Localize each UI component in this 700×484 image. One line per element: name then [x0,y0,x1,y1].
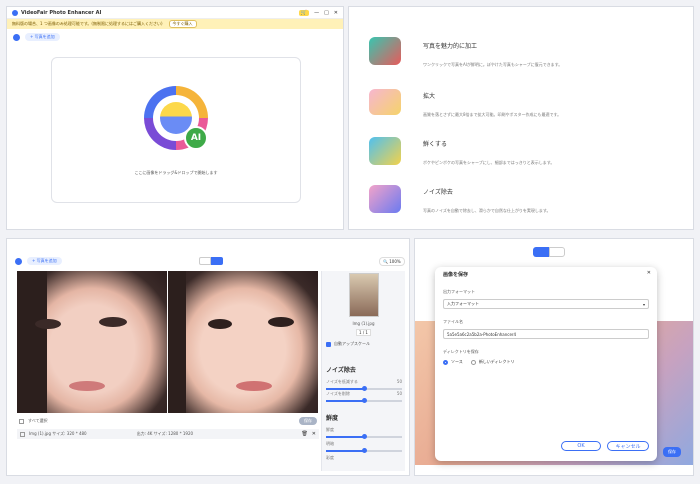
filename-label: ファイル名 [443,319,463,324]
noise-value: 50 [396,379,402,384]
enhance-icon [369,37,401,65]
close-icon[interactable]: ✕ [334,10,338,16]
page-counter: 1 / 1 [356,329,371,336]
main-window: VideoFair Photo Enhancer AI 🛒 — □ ✕ 無料版の… [6,6,344,230]
feature-desc: ボケやピンボケの写真をシャープにし、細部まではっきりと表示します。 [423,160,555,165]
ai-badge: AI [184,126,208,150]
feature-desc: ワンクリックで写真をAIが鮮明に。ぼやけた写真もシャープに復元できます。 [423,62,563,67]
file-info: Img (1).jpg サイズ: 320 * 480 [29,431,87,436]
auto-checkbox[interactable] [326,341,331,347]
single-view-icon[interactable] [533,247,549,257]
feature-title: 写真を魅力的に加工 [423,43,478,50]
noise-slider-label: ノイズを低減する [326,379,358,384]
noise-slider[interactable] [326,386,402,391]
feature-title: 鮮くする [423,141,448,148]
save-button[interactable]: 保存 [299,417,317,425]
add-photo-icon[interactable] [13,33,20,41]
settings-panel: Img (1).jpg 1 / 1 自動アップスケール ノイズ除去 ノイズを低減… [321,271,405,471]
single-view-icon[interactable] [199,257,211,265]
maximize-icon[interactable]: □ [324,10,329,16]
noise-value: 50 [396,391,402,396]
file-row[interactable]: Img (1).jpg サイズ: 320 * 480 出力: 4K サイズ: 1… [17,429,319,439]
output-info: 出力: 4K サイズ: 1280 * 1920 [136,431,194,436]
cancel-button[interactable]: キャンセル [607,441,649,451]
file-checkbox[interactable] [20,431,25,437]
add-photo-button[interactable]: + 写真を追加 [25,33,60,41]
delete-icon[interactable]: 🗑 [301,431,307,437]
format-value: 入力フォーマット [447,301,479,306]
feature-item [369,37,401,65]
source-radio-label: ソース [451,359,463,364]
sharp-slider-label: 明暗 [326,441,334,446]
save-window: 保存 画像を保存 ✕ 出力フォーマット 入力フォーマット ▾ ファイル名 5a5e… [414,238,694,476]
thumbnail-name: Img (1).jpg [352,321,375,326]
app-logo-icon [12,9,18,16]
feature-panel: 写真を魅力的に加工 ワンクリックで写真をAIが鮮明に。ぼやけた写真もシャープに復… [348,6,694,230]
before-image [17,271,167,413]
feature-desc: 画質を落とさずに最大8倍まで拡大可能。印刷やポスター作成にも最適です。 [423,112,562,117]
format-select[interactable]: 入力フォーマット ▾ [443,299,649,309]
filename-input[interactable]: 5a5e5a6c2a5b2a-PhotoEnhancer4 [443,329,649,339]
save-right-button[interactable]: 保存 [663,447,681,457]
denoise-icon [369,185,401,213]
minimize-icon[interactable]: — [314,10,319,16]
close-icon[interactable]: ✕ [312,431,316,437]
buy-now-button[interactable]: 今すぐ購入 [168,20,197,28]
drop-zone[interactable]: AI ここに画像をドラッグ&ドロップで開始します [51,57,301,203]
source-radio[interactable] [443,359,448,365]
app-title: VideoFair Photo Enhancer AI [21,9,102,16]
thumbnail[interactable] [349,273,379,317]
dialog-title: 画像を保存 [443,272,469,278]
cart-icon[interactable]: 🛒 [298,9,310,16]
compare-view-icon[interactable] [211,257,223,265]
compare-view-icon[interactable] [549,247,565,257]
banner-text: 無料版の場合、1 つ画像のみ処理可能です。(無制限に処理するにはご購入ください) [12,21,163,26]
noise-slider-label: ノイズを削除 [326,391,350,396]
new-dir-radio-label: 新しいディレクトリ [478,359,515,364]
chevron-down-icon: ▾ [642,301,645,307]
feature-title: 拡大 [423,93,436,100]
select-all-checkbox[interactable] [19,418,24,424]
editor-window: + 写真を追加 🔍 100% Img (1).jpg 1 / 1 自動アップスケ… [6,238,410,476]
feature-item [369,89,401,115]
new-dir-radio[interactable] [470,359,476,365]
select-all-label: すべて選択 [28,418,48,423]
noise-slider[interactable] [326,398,402,403]
sharp-slider-label: 彩度 [326,455,334,460]
sharp-slider-label: 鮮度 [326,427,334,432]
sharp-slider[interactable] [326,448,402,453]
sharp-slider[interactable] [326,434,402,439]
after-image [168,271,318,413]
dialog-close-icon[interactable]: ✕ [647,270,651,276]
add-photo-button[interactable]: + 写真を追加 [27,257,62,265]
upscale-icon [369,89,401,115]
dir-label: ディレクトリを保存 [443,349,479,354]
title-bar: VideoFair Photo Enhancer AI 🛒 — □ ✕ [7,7,343,19]
trial-banner: 無料版の場合、1 つ画像のみ処理可能です。(無制限に処理するにはご購入ください)… [7,19,343,29]
auto-label: 自動アップスケール [334,341,370,346]
sharp-section-title: 鮮度 [326,415,339,422]
feature-item [369,137,401,165]
drop-hint: ここに画像をドラッグ&ドロップで開始します [134,170,218,175]
feature-desc: 写真のノイズを自動で除去し、滑らかで自然な仕上がりを実現します。 [423,208,551,213]
sharpen-icon [369,137,401,165]
noise-section-title: ノイズ除去 [326,367,356,374]
ok-button[interactable]: OK [561,441,601,451]
save-dialog: 画像を保存 ✕ 出力フォーマット 入力フォーマット ▾ ファイル名 5a5e5a6… [435,267,657,461]
photo-ai-logo: AI [144,86,208,150]
home-icon[interactable] [15,257,22,265]
filename-value: 5a5e5a6c2a5b2a-PhotoEnhancer4 [447,331,517,337]
zoom-level[interactable]: 🔍 100% [379,257,405,266]
format-label: 出力フォーマット [443,289,475,294]
feature-item [369,185,401,213]
feature-title: ノイズ除去 [423,189,453,196]
